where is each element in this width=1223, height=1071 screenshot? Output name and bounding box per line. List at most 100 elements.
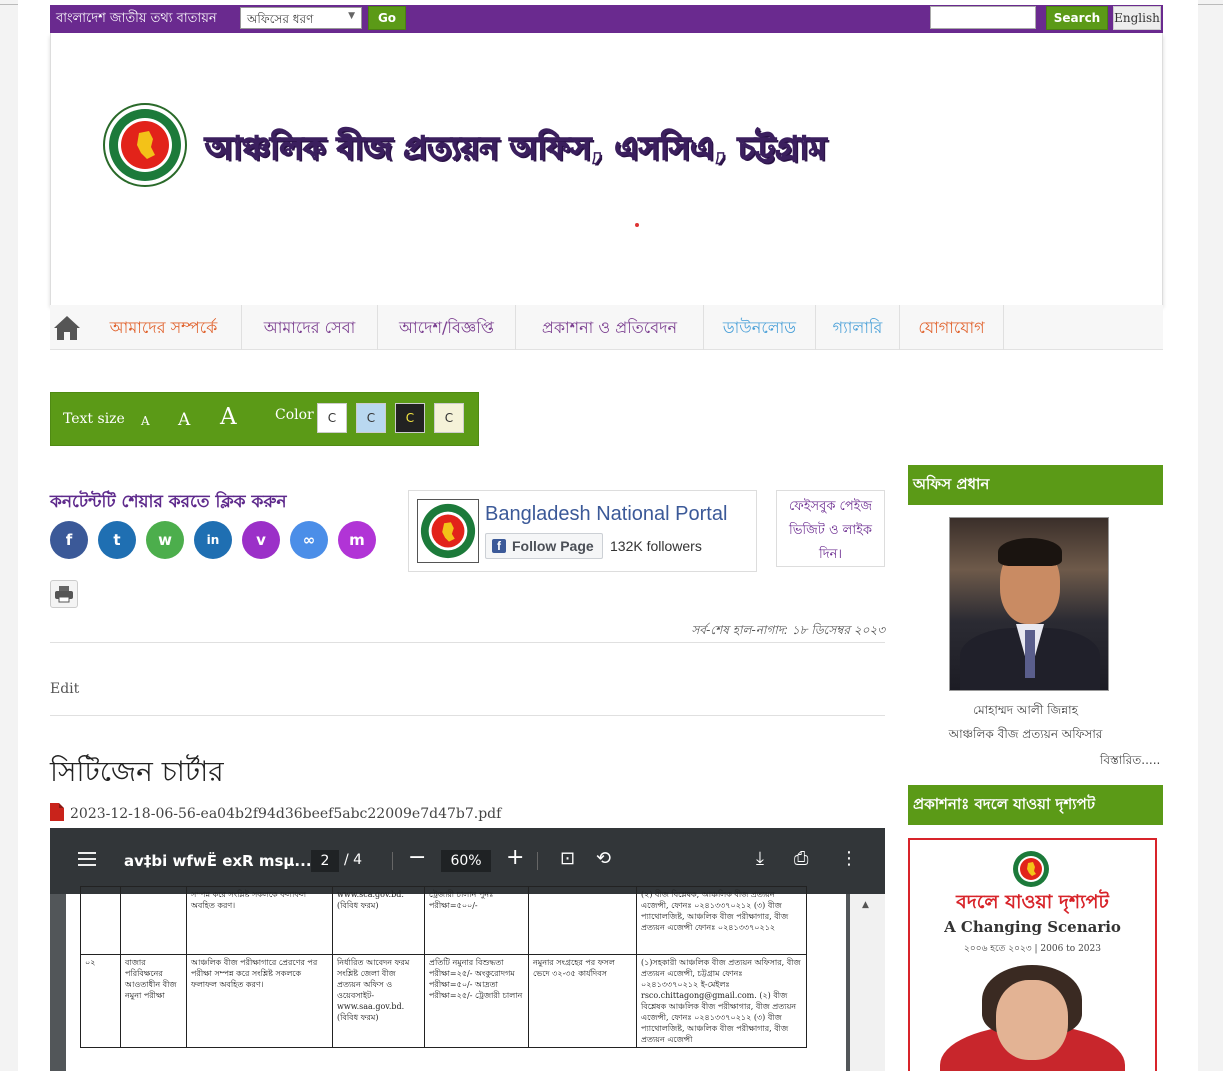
printer-icon [55, 586, 73, 603]
fb-page-name-link[interactable]: Bangladesh National Portal [485, 503, 727, 526]
toolbar-separator [392, 852, 393, 870]
download-icon[interactable]: ⤓ [756, 848, 764, 869]
poster-title-en: A Changing Scenario [944, 918, 1121, 936]
details-link[interactable]: বিস্তারিত..... [1100, 752, 1160, 772]
more-options-icon[interactable]: ⋮ [840, 848, 858, 869]
table-cell: নমুনার সংগ্রহের পর ফসল ভেদে ৩২-৩৫ কার্যদ… [528, 954, 637, 1048]
table-row: সম্পন্ন করে সংশ্লিষ্ট সকলকে ফলাফল অবহিত … [80, 886, 807, 955]
poster-portrait-face [996, 980, 1068, 1060]
officer-designation: আঞ্চলিক বীজ প্রত্যয়ন অফিসার [948, 727, 1103, 741]
pdf-file-link[interactable]: 2023-12-18-06-56-ea04b2f94d36beef5abc220… [50, 803, 501, 822]
table-cell: সম্পন্ন করে সংশ্লিষ্ট সকলকে ফলাফল অবহিত … [186, 886, 333, 955]
home-icon[interactable] [50, 311, 84, 345]
divider [50, 642, 885, 643]
linkedin-share-button[interactable]: in [194, 521, 232, 559]
government-seal-icon [103, 103, 187, 187]
banner-dot [635, 223, 639, 227]
facebook-page-widget: Bangladesh National Portal f Follow Page… [408, 490, 757, 572]
zoom-out-button[interactable]: − [408, 845, 426, 870]
national-portal-link[interactable]: বাংলাদেশ জাতীয় তথ্য বাতায়ন [56, 9, 217, 30]
poster-years: ২০০৬ হতে ২০২৩ | 2006 to 2023 [964, 944, 1101, 954]
page-title: সিটিজেন চার্টার [50, 755, 224, 788]
nav-item-label: ডাউনলোড [722, 318, 797, 337]
officer-photo [949, 517, 1109, 691]
fb-follow-button[interactable]: f Follow Page [485, 533, 603, 559]
twitter-share-button[interactable]: t [98, 521, 136, 559]
divider [50, 715, 885, 716]
nav-item-services[interactable]: আমাদের সেবা [242, 305, 378, 350]
citizen-charter-table: সম্পন্ন করে সংশ্লিষ্ট সকলকে ফলাফল অবহিত … [80, 886, 807, 1048]
fb-followers-count: 132K followers [610, 538, 702, 554]
nav-item-label: আদেশ/বিজ্ঞপ্তি [399, 318, 494, 337]
office-type-select-value: অফিসের ধরণ [247, 12, 314, 26]
print-button[interactable] [50, 580, 78, 608]
nav-item-gallery[interactable]: গ্যালারি [816, 305, 900, 350]
publication-poster[interactable]: বদলে যাওয়া দৃশ্যপট A Changing Scenario … [908, 838, 1157, 1071]
site-banner: আঞ্চলিক বীজ প্রত্যয়ন অফিস, এসসিএ, চট্টগ… [50, 33, 1163, 305]
office-head-header: অফিস প্রধান [908, 465, 1163, 505]
nav-item-label: গ্যালারি [832, 318, 883, 337]
photo-hair [998, 538, 1062, 566]
fb-visit-link[interactable]: ফেইসবুক পেইজ ভিজিট ও লাইক দিন। [776, 490, 885, 567]
search-input[interactable] [930, 6, 1036, 29]
fb-follow-label: Follow Page [512, 538, 594, 554]
print-icon[interactable]: ⎙ [794, 848, 808, 869]
table-cell: ০২ [80, 954, 121, 1048]
go-button[interactable]: Go [368, 6, 406, 30]
whatsapp-share-button[interactable]: w [146, 521, 184, 559]
nav-item-label: প্রকাশনা ও প্রতিবেদন [541, 318, 678, 337]
page-number-input[interactable]: 2 [311, 850, 339, 872]
zoom-in-button[interactable]: + [506, 845, 524, 870]
share-title: কনটেন্টটি শেয়ার করতে ক্লিক করুন [50, 492, 287, 512]
fit-page-icon[interactable]: ⊡ [560, 848, 575, 869]
color-option-white-button[interactable]: C [317, 403, 347, 433]
portal-logo-icon [417, 499, 479, 563]
nav-item-label: আমাদের সম্পর্কে [109, 318, 218, 337]
nav-item-download[interactable]: ডাউনলোড [704, 305, 816, 350]
nav-item-about[interactable]: আমাদের সম্পর্কে [86, 305, 242, 350]
text-size-medium-button[interactable]: A [178, 410, 190, 430]
text-size-small-button[interactable]: A [141, 414, 150, 428]
table-cell [528, 886, 637, 955]
pdf-scrollbar[interactable]: ▲ [850, 894, 885, 1071]
nav-item-contact[interactable]: যোগাযোগ [900, 305, 1004, 350]
pdf-icon [50, 803, 64, 821]
officer-name: মোহাম্মদ আলী জিন্নাহ [973, 703, 1078, 717]
nav-item-label: আমাদের সেবা [263, 318, 356, 337]
menu-icon[interactable] [78, 852, 96, 866]
accessibility-toolbar: Text size A A A Color C C C C [50, 392, 479, 446]
office-type-select[interactable]: অফিসের ধরণ ▼ [240, 7, 362, 29]
text-size-large-button[interactable]: A [220, 404, 237, 430]
edit-link[interactable]: Edit [50, 681, 79, 697]
color-label: Color [275, 407, 314, 423]
table-cell: ট্রেজারী চালান পুনঃ পরীক্ষা=৫০০/- [424, 886, 529, 955]
table-cell: আঞ্চলিক বীজ পরীক্ষাগারে প্রেরণের পর পরীক… [186, 954, 333, 1048]
copy-link-button[interactable]: ∞ [290, 521, 328, 559]
poster-title-bn: বদলে যাওয়া দৃশ্যপট [956, 891, 1109, 913]
messenger-share-button[interactable]: m [338, 521, 376, 559]
language-toggle-button[interactable]: English [1113, 6, 1161, 30]
text-size-label: Text size [63, 411, 125, 427]
pdf-filename: 2023-12-18-06-56-ea04b2f94d36beef5abc220… [70, 806, 502, 822]
facebook-icon: f [492, 539, 506, 553]
color-option-cream-button[interactable]: C [434, 403, 464, 433]
table-cell: (২) বীজ বিশ্লেষক, আঞ্চলিক বীজ প্রত্যয়ন … [636, 886, 807, 955]
table-cell: নির্ধারিত আবেদন ফরম সংশ্লিষ্ট জেলা বীজ প… [332, 954, 425, 1048]
rotate-icon[interactable]: ⟲ [596, 848, 611, 869]
scroll-up-icon[interactable]: ▲ [862, 900, 869, 910]
color-option-dark-button[interactable]: C [395, 403, 425, 433]
facebook-share-button[interactable]: f [50, 521, 88, 559]
table-cell: www.sca.gov.bd. (বিবিধ ফরম) [332, 886, 425, 955]
publication-header: প্রকাশনাঃ বদলে যাওয়া দৃশ্যপট [908, 785, 1163, 825]
search-button[interactable]: Search [1046, 6, 1108, 30]
pdf-doc-title: av‡bi wfwË exR msµ... [124, 852, 312, 870]
top-bar: বাংলাদেশ জাতীয় তথ্য বাতায়ন অফিসের ধরণ … [50, 5, 1163, 33]
page-total: / 4 [344, 852, 363, 868]
zoom-input[interactable]: 60% [441, 850, 491, 872]
pdf-page: সম্পন্ন করে সংশ্লিষ্ট সকলকে ফলাফল অবহিত … [66, 886, 846, 1071]
viber-share-button[interactable]: v [242, 521, 280, 559]
nav-item-orders[interactable]: আদেশ/বিজ্ঞপ্তি [378, 305, 516, 350]
table-row: ০২ বাজার পরিবিক্ষনের আওতাধীন বীজ নমুনা প… [80, 954, 807, 1048]
nav-item-publications[interactable]: প্রকাশনা ও প্রতিবেদন [516, 305, 704, 350]
color-option-blue-button[interactable]: C [356, 403, 386, 433]
